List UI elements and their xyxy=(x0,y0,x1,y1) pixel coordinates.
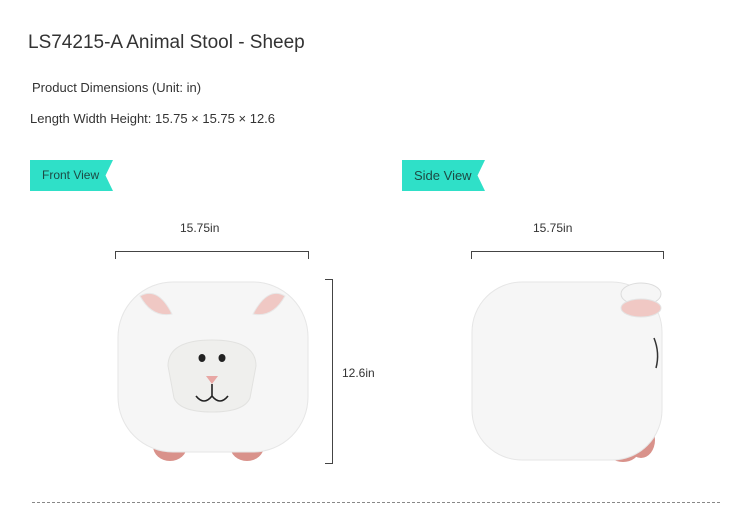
side-ear-inner xyxy=(620,298,662,318)
left-eye xyxy=(198,354,206,362)
front-height-dimension-line xyxy=(325,279,333,464)
front-view-tag: Front View xyxy=(30,160,113,191)
sheep-stool-side-image xyxy=(471,281,663,462)
product-title: LS74215-A Animal Stool - Sheep xyxy=(28,32,305,53)
bottom-divider xyxy=(32,502,720,503)
right-eye xyxy=(218,354,226,362)
side-width-dimension-line xyxy=(471,251,664,259)
side-width-label: 15.75in xyxy=(533,221,573,235)
front-width-label: 15.75in xyxy=(180,221,220,235)
front-height-label: 12.6in xyxy=(342,366,375,380)
side-view-tag: Side View xyxy=(402,160,485,191)
dimensions-line: Length Width Height: 15.75 × 15.75 × 12.… xyxy=(30,111,276,126)
sheep-stool-front-image xyxy=(117,281,309,461)
front-width-dimension-line xyxy=(115,251,309,259)
dimensions-heading: Product Dimensions (Unit: in) xyxy=(32,80,202,95)
